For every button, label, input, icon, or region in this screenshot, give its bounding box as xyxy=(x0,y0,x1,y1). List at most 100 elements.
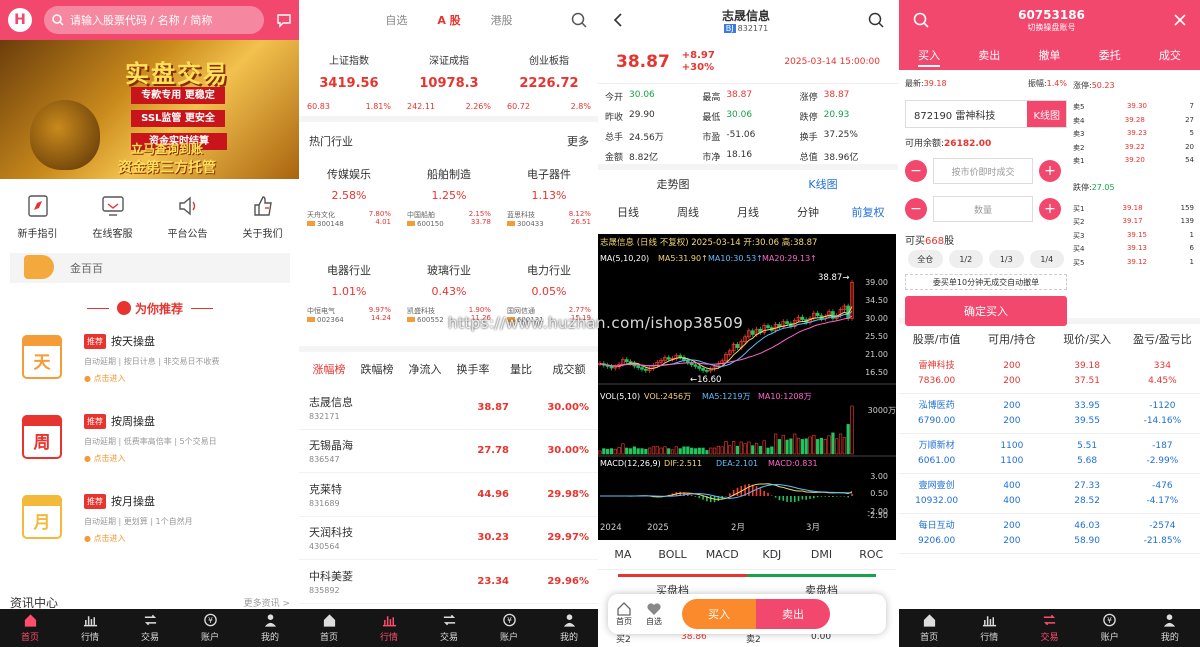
ranking-tab[interactable]: 量比 xyxy=(497,361,545,377)
trade-tab[interactable]: 委托 xyxy=(1080,47,1140,63)
industry-card[interactable]: 电子器件 1.13% 蓝思科技 300433 8.12% 26.51 xyxy=(499,160,599,256)
enter-link[interactable]: ● 点击进入 xyxy=(84,453,217,464)
package-card[interactable]: 周 推荐 按周操盘 自动延期 | 低费率高倍率 | 5个交易日 ● 点击进入 xyxy=(0,409,300,489)
industry-card[interactable]: 玻璃行业 0.43% 凯盛科技 600552 1.90% 11.26 xyxy=(399,256,499,352)
ratio-button[interactable]: 1/2 xyxy=(948,250,983,268)
ask-level[interactable]: 卖3 39.23 5 xyxy=(1073,129,1200,143)
trade-tab[interactable]: 成交 xyxy=(1140,47,1200,63)
tab-hk[interactable]: 港股 xyxy=(491,12,513,28)
price-plus-button[interactable]: + xyxy=(1039,160,1061,182)
tab-intraday[interactable]: 走势图 xyxy=(598,176,748,192)
trade-tab[interactable]: 撤单 xyxy=(1019,47,1079,63)
industry-card[interactable]: 电器行业 1.01% 中恒电气 002364 9.97% 14.24 xyxy=(299,256,399,352)
indicator-tab[interactable]: DMI xyxy=(797,548,847,561)
stock-row[interactable]: 克莱特 831689 44.96 29.98% xyxy=(299,473,599,517)
ask-level[interactable]: 卖2 39.22 20 xyxy=(1073,143,1200,157)
search-input[interactable]: 请输入股票代码 / 名称 / 简称 xyxy=(44,6,264,34)
notice-bar[interactable]: 金百百 xyxy=(10,253,290,283)
period-tab[interactable]: 月线 xyxy=(718,204,778,220)
index-card[interactable]: 上证指数 3419.56 60.83 1.81% xyxy=(299,52,399,116)
package-card[interactable]: 月 推荐 按月操盘 自动延期 | 更划算 | 1个自然月 ● 点击进入 xyxy=(0,489,300,569)
indicator-tab[interactable]: MA xyxy=(598,548,648,561)
kline-button[interactable]: K线图 xyxy=(1027,101,1066,127)
ratio-button[interactable]: 全仓 xyxy=(908,250,943,268)
indicator-tab[interactable]: BOLL xyxy=(648,548,698,561)
quantity-input[interactable]: 数量 xyxy=(933,196,1033,222)
index-card[interactable]: 创业板指 2226.72 60.72 2.8% xyxy=(499,52,599,116)
service-link[interactable]: 在线客服 xyxy=(75,193,150,249)
ask-level[interactable]: 卖4 39.28 27 xyxy=(1073,116,1200,130)
bid-level[interactable]: 买2 39.17 139 xyxy=(1073,217,1200,231)
enter-link[interactable]: ● 点击进入 xyxy=(84,533,193,544)
qty-plus-button[interactable]: + xyxy=(1039,198,1061,220)
bid-level[interactable]: 买5 39.12 1 xyxy=(1073,258,1200,272)
news-more-link[interactable]: 更多资讯 > xyxy=(244,596,290,609)
sell-button[interactable]: 卖出 xyxy=(756,599,830,629)
tab-mine[interactable]: 我的 xyxy=(1140,609,1200,647)
ranking-tab[interactable]: 成交额 xyxy=(545,361,593,377)
ratio-button[interactable]: 1/4 xyxy=(1029,250,1064,268)
tab-a-shares[interactable]: A 股 xyxy=(437,12,460,28)
announcement-link[interactable]: 平台公告 xyxy=(150,193,225,249)
ranking-tab[interactable]: 换手率 xyxy=(449,361,497,377)
tab-trade[interactable]: 交易 xyxy=(1019,609,1079,647)
about-link[interactable]: 关于我们 xyxy=(225,193,300,249)
ranking-tab[interactable]: 涨幅榜 xyxy=(305,361,353,377)
bid-level[interactable]: 买1 39.18 159 xyxy=(1073,204,1200,218)
buy-button[interactable]: 买入 xyxy=(682,599,756,629)
search-icon[interactable] xyxy=(571,12,587,28)
trade-tab[interactable]: 卖出 xyxy=(959,47,1019,63)
ask-level[interactable]: 卖1 39.20 54 xyxy=(1073,156,1200,170)
search-icon[interactable] xyxy=(913,12,929,28)
tab-kline[interactable]: K线图 xyxy=(748,176,898,192)
stock-row[interactable]: 志晟信息 832171 38.87 30.00% xyxy=(299,386,599,430)
tab-market[interactable]: 行情 xyxy=(359,609,419,647)
tab-market[interactable]: 行情 xyxy=(60,609,120,647)
stock-selector[interactable]: 872190 雷神科技 K线图 xyxy=(905,100,1067,128)
position-row[interactable]: 每日互动 9206.00 200 200 46.03 58.90 -2574 -21.8… xyxy=(899,514,1200,554)
tab-home[interactable]: 首页 xyxy=(0,609,60,647)
guide-link[interactable]: 新手指引 xyxy=(0,193,75,249)
industry-card[interactable]: 船舶制造 1.25% 中国船舶 600150 2.15% 33.78 xyxy=(399,160,499,256)
favorite-button[interactable]: 自选 xyxy=(646,602,662,627)
ask-level[interactable]: 卖5 39.30 7 xyxy=(1073,102,1200,116)
tab-mine[interactable]: 我的 xyxy=(240,609,300,647)
ranking-tab[interactable]: 净流入 xyxy=(401,361,449,377)
stock-row[interactable]: 天润科技 430564 30.23 29.97% xyxy=(299,517,599,560)
trade-tab[interactable]: 买入 xyxy=(899,47,959,67)
indicator-tab[interactable]: MACD xyxy=(697,548,747,561)
index-card[interactable]: 深证成指 10978.3 242.11 2.26% xyxy=(399,52,499,116)
position-row[interactable]: 万顺新材 6061.00 1100 1100 5.51 5.68 -187 -2.99% xyxy=(899,434,1200,474)
tab-watchlist[interactable]: 自选 xyxy=(385,12,407,28)
kline-chart[interactable]: 志晟信息 (日线 不复权) 2025-03-14 开:30.06 高:38.87… xyxy=(598,234,896,540)
account-switcher[interactable]: 60753186 切换操盘账号 xyxy=(1018,8,1085,33)
qty-minus-button[interactable]: − xyxy=(905,198,927,220)
price-minus-button[interactable]: − xyxy=(905,160,927,182)
package-card[interactable]: 天 推荐 按天操盘 自动延期 | 按日计息 | 非交易日不收费 ● 点击进入 xyxy=(0,329,300,409)
ratio-button[interactable]: 1/3 xyxy=(989,250,1024,268)
period-tab[interactable]: 前复权 xyxy=(838,204,898,220)
tab-account[interactable]: ¥ 账户 xyxy=(180,609,240,647)
industry-card[interactable]: 传媒娱乐 2.58% 天舟文化 300148 7.80% 4.01 xyxy=(299,160,399,256)
position-row[interactable]: 泓博医药 6790.00 200 200 33.95 39.55 -1120 -14.1… xyxy=(899,394,1200,434)
indicator-tab[interactable]: KDJ xyxy=(747,548,797,561)
tab-account[interactable]: ¥ 账户 xyxy=(1080,609,1140,647)
tab-mine[interactable]: 我的 xyxy=(539,609,599,647)
promo-banner[interactable]: 实盘交易 专款专用 更稳定 SSL监管 更安全 资金实时结算 立马查询到账 资金第… xyxy=(0,40,300,179)
period-tab[interactable]: 分钟 xyxy=(778,204,838,220)
bid-level[interactable]: 买3 39.15 1 xyxy=(1073,231,1200,245)
ranking-tab[interactable]: 跌幅榜 xyxy=(353,361,401,377)
home-button[interactable]: 首页 xyxy=(616,601,632,627)
tab-account[interactable]: ¥ 账户 xyxy=(479,609,539,647)
stock-row[interactable]: 无锡晶海 836547 27.78 30.00% xyxy=(299,430,599,473)
bid-level[interactable]: 买4 39.13 6 xyxy=(1073,244,1200,258)
tab-market[interactable]: 行情 xyxy=(959,609,1019,647)
hot-more-link[interactable]: 更多 xyxy=(567,133,589,149)
position-row[interactable]: 壹网壹创 10932.00 400 400 27.33 28.52 -476 -4.17… xyxy=(899,474,1200,514)
back-icon[interactable] xyxy=(612,13,624,27)
confirm-buy-button[interactable]: 确定买入 xyxy=(905,296,1067,326)
tab-trade[interactable]: 交易 xyxy=(120,609,180,647)
price-input[interactable]: 按市价即时成交 xyxy=(933,158,1033,184)
indicator-tab[interactable]: ROC xyxy=(846,548,896,561)
industry-card[interactable]: 电力行业 0.05% 国网信通 600131 2.77% 15.19 xyxy=(499,256,599,352)
